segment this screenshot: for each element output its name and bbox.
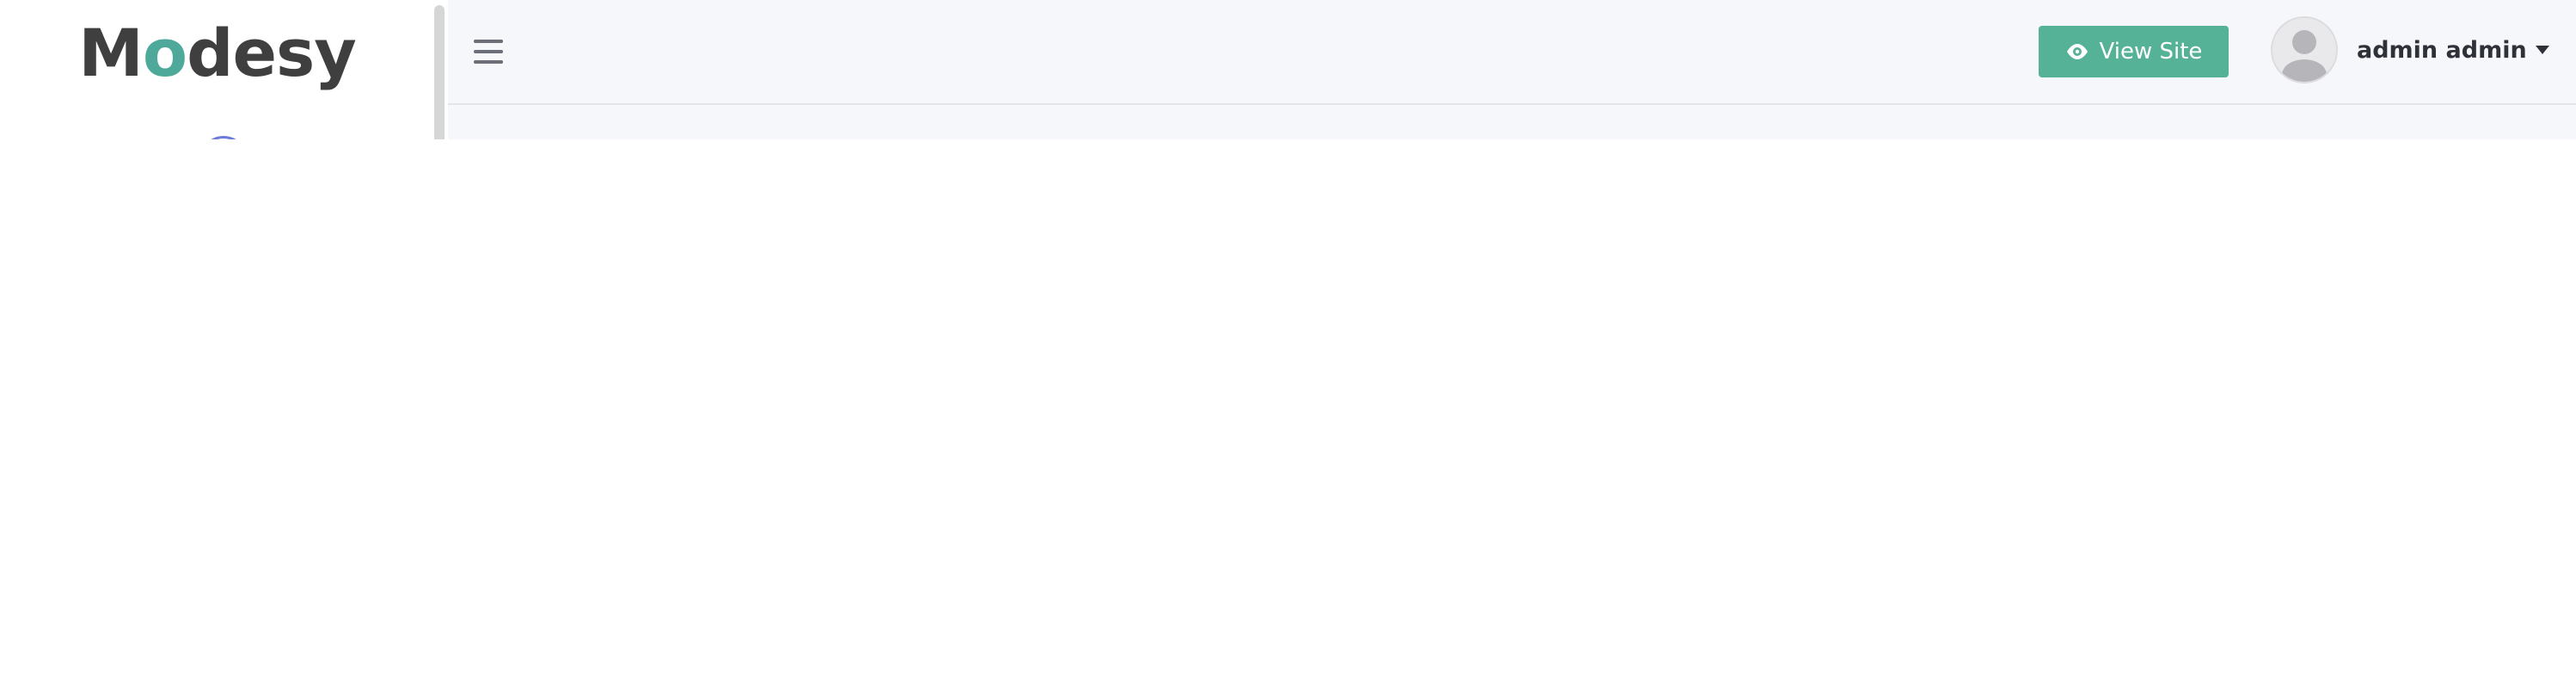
user-avatar-icon[interactable] (2271, 16, 2338, 83)
app-window: Modesy View Site admin admin (0, 0, 2576, 139)
sidebar: Modesy (0, 0, 434, 139)
logo-text-accent: o (142, 15, 187, 91)
main-content: View Site admin admin (448, 0, 2576, 139)
sidebar-profile-avatar (199, 136, 248, 139)
user-menu[interactable]: admin admin (2271, 15, 2549, 84)
user-name[interactable]: admin admin (2357, 37, 2527, 64)
eye-icon (2066, 44, 2088, 59)
view-site-button[interactable]: View Site (2039, 26, 2229, 77)
hamburger-menu-icon[interactable] (474, 40, 503, 65)
logo-text-part2: desy (187, 15, 357, 91)
view-site-label: View Site (2099, 39, 2203, 65)
brand-logo[interactable]: Modesy (0, 15, 434, 91)
sidebar-scrollbar[interactable] (434, 5, 445, 139)
caret-down-icon[interactable] (2535, 46, 2549, 54)
logo-text-part1: M (78, 15, 144, 91)
top-navbar: View Site admin admin (448, 0, 2576, 105)
